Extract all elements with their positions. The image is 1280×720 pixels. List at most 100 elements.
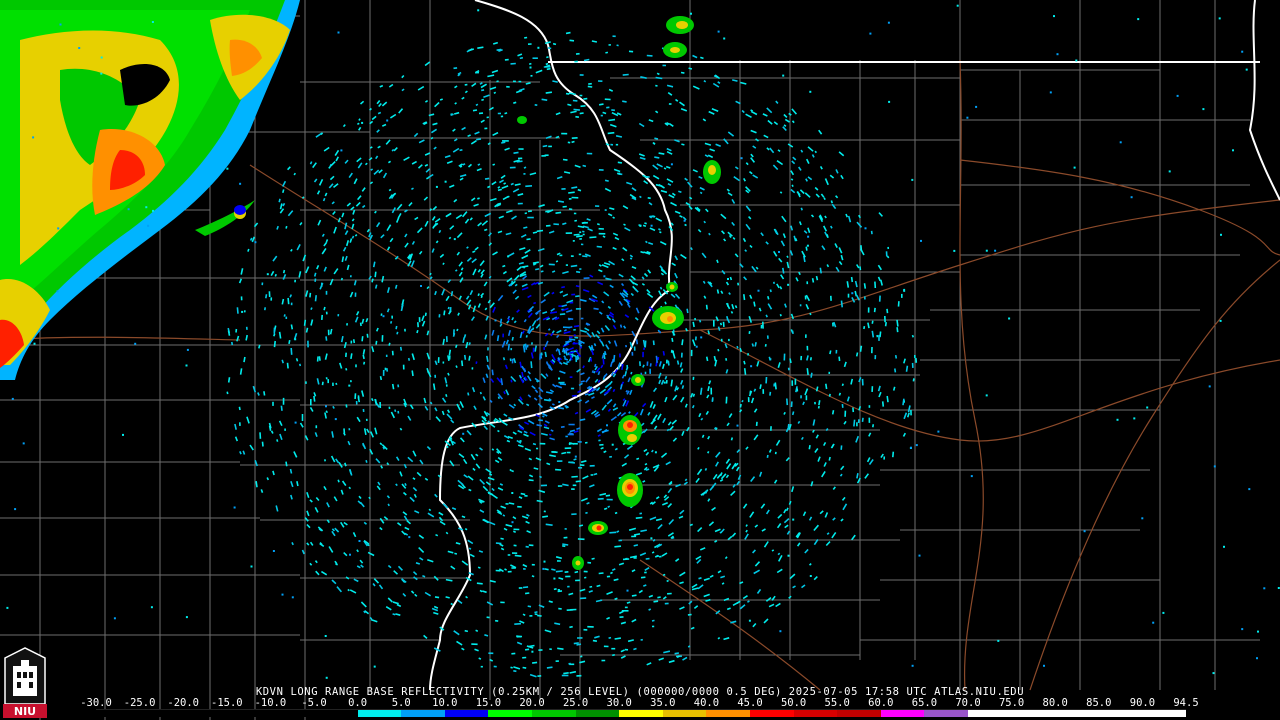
clutter-speck (429, 272, 432, 276)
clutter-speck (567, 317, 574, 320)
clutter-speck (513, 151, 519, 154)
clutter-speck (394, 284, 398, 289)
colorbar-segment (837, 710, 881, 717)
scale-label: -15.0 (210, 697, 243, 709)
clutter-speck (464, 527, 468, 531)
clutter-speck (395, 325, 398, 330)
clutter-speck (426, 177, 429, 180)
colorbar-segment (924, 710, 968, 717)
clutter-speck (379, 376, 383, 381)
clutter-speck (578, 524, 584, 527)
clutter-speck (670, 379, 673, 387)
clutter-speck (504, 568, 507, 571)
clutter-speck (591, 557, 595, 560)
clutter-speck (525, 82, 531, 85)
clutter-speck (568, 442, 573, 446)
clutter-speck (583, 97, 588, 100)
clutter-speck (571, 186, 578, 189)
clutter-speck (790, 178, 794, 181)
clutter-speck (523, 166, 527, 169)
clutter-speck (787, 554, 790, 557)
clutter-speck (630, 371, 633, 375)
clutter-speck (606, 424, 608, 427)
clutter-speck (553, 577, 556, 580)
clutter-speck (448, 349, 452, 356)
scale-label: -10.0 (254, 697, 287, 709)
clutter-speck (463, 354, 467, 360)
clutter-speck (454, 269, 458, 272)
clutter-speck (285, 461, 288, 467)
clutter-speck (547, 47, 552, 50)
clutter-speck (596, 245, 602, 248)
clutter-speck (388, 188, 392, 192)
clutter-speck (956, 4, 959, 7)
clutter-speck (605, 51, 609, 54)
clutter-speck (681, 143, 685, 146)
colorbar-segment (96, 710, 140, 717)
clutter-speck (728, 234, 732, 239)
clutter-speck (614, 447, 618, 451)
clutter-speck (697, 446, 700, 450)
clutter-speck (524, 592, 530, 595)
clutter-speck (757, 289, 760, 292)
clutter-speck (764, 343, 767, 347)
clutter-speck (273, 333, 276, 337)
clutter-speck (593, 472, 598, 476)
clutter-speck (314, 295, 317, 302)
clutter-speck (768, 356, 771, 361)
clutter-speck (503, 182, 507, 185)
clutter-speck (751, 343, 755, 347)
clutter-speck (716, 259, 719, 264)
clutter-speck (535, 379, 539, 383)
clutter-speck (741, 399, 744, 403)
clutter-speck (699, 191, 703, 195)
clutter-speck (456, 328, 459, 332)
clutter-speck (707, 451, 710, 454)
clutter-speck (745, 524, 748, 527)
scale-label: -20.0 (167, 697, 199, 709)
scale-label: 40.0 (693, 697, 720, 709)
clutter-speck (430, 136, 434, 140)
clutter-speck (532, 442, 537, 446)
clutter-speck (574, 219, 578, 222)
clutter-speck (370, 168, 374, 171)
clutter-speck (369, 146, 373, 149)
clutter-speck (241, 310, 244, 313)
clutter-speck (506, 439, 511, 443)
clutter-speck (683, 219, 686, 222)
clutter-speck (647, 197, 651, 200)
clutter-speck (888, 100, 891, 103)
clutter-speck (703, 220, 707, 224)
clutter-speck (531, 327, 535, 331)
clutter-speck (272, 550, 275, 552)
clutter-speck (459, 165, 463, 168)
clutter-speck (808, 563, 812, 566)
clutter-speck (551, 403, 555, 406)
clutter-speck (1137, 18, 1140, 21)
clutter-speck (692, 321, 695, 328)
clutter-speck (348, 384, 351, 387)
clutter-speck (856, 473, 859, 479)
clutter-speck (602, 235, 606, 238)
clutter-speck (519, 56, 524, 60)
clutter-speck (245, 334, 248, 341)
clutter-speck (659, 286, 663, 290)
clutter-speck (524, 343, 528, 350)
clutter-speck (953, 249, 956, 252)
clutter-speck (435, 533, 439, 537)
clutter-speck (873, 307, 876, 313)
clutter-speck (150, 606, 153, 609)
clutter-speck (826, 264, 830, 268)
clutter-speck (689, 523, 693, 527)
clutter-speck (448, 236, 452, 240)
clutter-speck (497, 429, 500, 433)
clutter-speck (777, 552, 781, 556)
clutter-speck (613, 354, 616, 362)
clutter-speck (525, 185, 533, 188)
clutter-speck (985, 394, 988, 397)
clutter-speck (552, 80, 558, 83)
clutter-speck (532, 231, 538, 234)
clutter-speck (1073, 166, 1076, 169)
colorbar-segment (401, 710, 445, 717)
clutter-speck (476, 582, 483, 585)
